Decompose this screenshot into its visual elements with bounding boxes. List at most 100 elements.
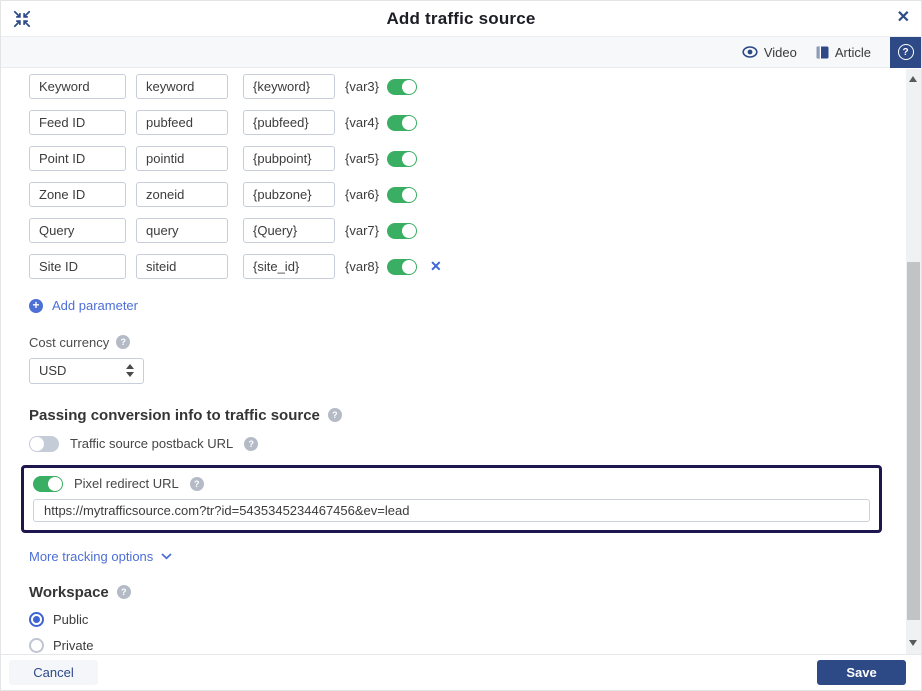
parameter-name-input[interactable] xyxy=(136,182,228,207)
conversion-heading-text: Passing conversion info to traffic sourc… xyxy=(29,406,320,424)
parameter-toggle[interactable] xyxy=(387,186,417,203)
parameter-var-label: {var4} xyxy=(345,115,379,130)
pixel-redirect-row: Pixel redirect URL ? xyxy=(33,475,870,492)
chevron-down-icon xyxy=(161,552,172,560)
video-link-label: Video xyxy=(763,44,797,60)
help-button[interactable]: ? xyxy=(890,36,921,68)
parameter-name-input[interactable] xyxy=(136,74,228,99)
cost-currency-label: Cost currency xyxy=(29,334,110,350)
article-link-label: Article xyxy=(834,44,871,60)
article-doc-icon xyxy=(816,46,829,59)
toggle-knob xyxy=(402,115,416,130)
parameter-row: {var6} xyxy=(29,182,906,207)
parameter-var-label: {var6} xyxy=(345,187,379,202)
modal-title: Add traffic source xyxy=(386,8,536,28)
more-tracking-options-label: More tracking options xyxy=(29,548,154,564)
pixel-redirect-url-input[interactable] xyxy=(33,498,870,522)
parameter-var-label: {var8} xyxy=(345,259,379,274)
collapse-icon[interactable] xyxy=(13,10,31,28)
parameter-placeholder-input[interactable] xyxy=(243,74,335,99)
parameter-row: {var8} ✕ xyxy=(29,254,906,279)
parameter-label-input[interactable] xyxy=(29,218,126,243)
toggle-knob xyxy=(30,436,44,451)
toggle-knob xyxy=(402,223,416,238)
cost-currency-label-row: Cost currency ? xyxy=(29,335,906,350)
parameter-toggle[interactable] xyxy=(387,114,417,131)
parameter-var-label: {var5} xyxy=(345,151,379,166)
parameter-placeholder-input[interactable] xyxy=(243,182,335,207)
workspace-help-icon[interactable]: ? xyxy=(116,585,131,599)
modal-titlebar: Add traffic source ✕ xyxy=(1,1,921,37)
cost-currency-help-icon[interactable]: ? xyxy=(116,335,131,349)
toggle-knob xyxy=(402,187,416,202)
toggle-knob xyxy=(402,79,416,94)
plus-icon: + xyxy=(29,298,43,313)
modal-footer: Cancel Save xyxy=(1,654,921,690)
workspace-options: Public Private xyxy=(29,611,906,653)
modal-body: {var3} {var4} {var5} {var6} xyxy=(1,69,906,654)
cost-currency-select[interactable]: USD xyxy=(29,357,144,384)
conversion-help-icon[interactable]: ? xyxy=(327,408,342,422)
parameter-label-input[interactable] xyxy=(29,254,126,279)
workspace-option-label: Private xyxy=(53,637,94,653)
add-parameter-link[interactable]: + Add parameter xyxy=(29,298,138,313)
video-link[interactable]: Video xyxy=(742,45,797,60)
parameter-row: {var4} xyxy=(29,110,906,135)
conversion-section-heading: Passing conversion info to traffic sourc… xyxy=(29,407,906,424)
parameter-row: {var3} xyxy=(29,74,906,99)
parameter-label-input[interactable] xyxy=(29,110,126,135)
workspace-option-label: Public xyxy=(53,611,89,627)
parameter-label-input[interactable] xyxy=(29,74,126,99)
parameter-toggle[interactable] xyxy=(387,150,417,167)
more-tracking-options-link[interactable]: More tracking options xyxy=(29,549,172,564)
parameter-name-input[interactable] xyxy=(136,218,228,243)
workspace-heading-text: Workspace xyxy=(29,583,109,601)
cost-currency-value: USD xyxy=(39,363,67,378)
parameter-rows: {var3} {var4} {var5} {var6} xyxy=(29,74,906,279)
parameter-placeholder-input[interactable] xyxy=(243,146,335,171)
scroll-up-icon[interactable] xyxy=(909,76,917,82)
parameter-label-input[interactable] xyxy=(29,182,126,207)
parameter-toggle[interactable] xyxy=(387,78,417,95)
toggle-knob xyxy=(48,476,62,491)
pixel-redirect-label: Pixel redirect URL xyxy=(74,476,179,491)
toggle-knob xyxy=(402,259,416,274)
workspace-heading-row: Workspace ? xyxy=(29,584,906,601)
parameter-row: {var7} xyxy=(29,218,906,243)
parameter-row: {var5} xyxy=(29,146,906,171)
pixel-redirect-toggle[interactable] xyxy=(33,475,63,492)
cancel-button[interactable]: Cancel xyxy=(9,660,98,685)
remove-parameter-icon[interactable]: ✕ xyxy=(430,258,442,275)
vertical-scrollbar[interactable] xyxy=(906,69,921,654)
parameter-label-input[interactable] xyxy=(29,146,126,171)
scroll-down-icon[interactable] xyxy=(909,640,917,646)
toggle-knob xyxy=(402,151,416,166)
parameter-placeholder-input[interactable] xyxy=(243,110,335,135)
help-question-icon: ? xyxy=(897,44,914,60)
parameter-toggle[interactable] xyxy=(387,222,417,239)
parameter-toggle[interactable] xyxy=(387,258,417,275)
parameter-placeholder-input[interactable] xyxy=(243,254,335,279)
help-toolbar: Video Article ? xyxy=(1,36,921,68)
postback-url-toggle[interactable] xyxy=(29,435,59,452)
article-link[interactable]: Article xyxy=(816,45,871,60)
save-button[interactable]: Save xyxy=(817,660,906,685)
radio-icon[interactable] xyxy=(29,637,44,653)
parameter-name-input[interactable] xyxy=(136,146,228,171)
parameter-name-input[interactable] xyxy=(136,110,228,135)
workspace-radio-row[interactable]: Private xyxy=(29,637,906,653)
parameter-var-label: {var7} xyxy=(345,223,379,238)
workspace-radio-row[interactable]: Public xyxy=(29,611,906,627)
radio-icon[interactable] xyxy=(29,611,44,627)
spinner-icon xyxy=(126,364,134,377)
parameter-var-label: {var3} xyxy=(345,79,379,94)
scrollbar-thumb[interactable] xyxy=(907,262,920,620)
parameter-name-input[interactable] xyxy=(136,254,228,279)
close-icon[interactable]: ✕ xyxy=(897,8,910,28)
parameter-placeholder-input[interactable] xyxy=(243,218,335,243)
pixel-redirect-section: Pixel redirect URL ? xyxy=(21,464,882,533)
postback-url-label: Traffic source postback URL xyxy=(70,436,234,451)
add-parameter-label: Add parameter xyxy=(52,298,138,313)
postback-url-help-icon[interactable]: ? xyxy=(244,436,259,451)
pixel-redirect-help-icon[interactable]: ? xyxy=(189,476,204,491)
